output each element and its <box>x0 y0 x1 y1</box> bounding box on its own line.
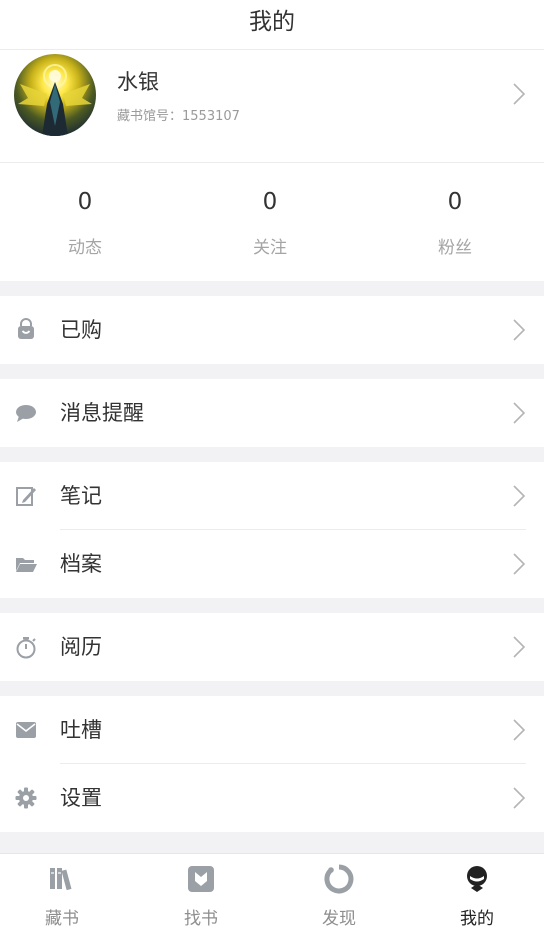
tab-label-discover: 发现 <box>322 909 356 929</box>
bottom-tab-bar: 藏书 找书 发现 我的 <box>0 853 544 929</box>
menu-group-purchased: 已购 <box>0 296 544 364</box>
avatar[interactable] <box>14 54 96 136</box>
menu-label-feedback: 吐槽 <box>60 718 102 742</box>
tab-bookshelf[interactable]: 藏书 <box>22 854 102 929</box>
top-bar: 我的 <box>0 0 544 50</box>
menu-group-messages: 消息提醒 <box>0 379 544 447</box>
stat-posts-value: 0 <box>77 189 93 215</box>
gear-icon <box>15 787 37 809</box>
tab-label-bookshelf: 藏书 <box>45 909 79 929</box>
tab-label-find-book: 找书 <box>184 909 218 929</box>
discover-icon <box>324 864 354 894</box>
menu-item-archive[interactable]: 档案 <box>0 530 544 598</box>
stat-following[interactable]: 0 关注 <box>210 163 330 281</box>
find-book-icon <box>188 866 214 892</box>
menu-group-history: 阅历 <box>0 613 544 681</box>
menu-label-messages: 消息提醒 <box>60 401 144 425</box>
menu-label-purchased: 已购 <box>60 318 102 342</box>
profile-icon <box>467 866 487 892</box>
menu-item-feedback[interactable]: 吐槽 <box>0 696 544 764</box>
stat-posts-label: 动态 <box>68 238 102 258</box>
chevron-right-icon <box>513 402 526 424</box>
menu-item-history[interactable]: 阅历 <box>0 613 544 681</box>
library-id: 藏书馆号：1553107 <box>117 109 240 124</box>
chevron-right-icon <box>513 787 526 809</box>
shopping-bag-icon <box>18 318 34 339</box>
stat-fans-label: 粉丝 <box>438 238 472 258</box>
tab-label-profile: 我的 <box>460 909 494 929</box>
menu-group-feedback: 吐槽 设置 <box>0 696 544 832</box>
menu-label-settings: 设置 <box>60 786 102 810</box>
profile-card[interactable]: 水银 藏书馆号：1553107 <box>0 50 544 163</box>
chevron-right-icon <box>513 83 526 105</box>
stat-following-value: 0 <box>262 189 278 215</box>
bookshelf-icon <box>50 868 72 891</box>
menu-label-history: 阅历 <box>60 635 102 659</box>
user-name: 水银 <box>117 70 159 94</box>
stat-posts[interactable]: 0 动态 <box>25 163 145 281</box>
stat-fans[interactable]: 0 粉丝 <box>395 163 515 281</box>
tab-profile[interactable]: 我的 <box>437 854 517 929</box>
menu-label-archive: 档案 <box>60 552 102 576</box>
chevron-right-icon <box>513 719 526 741</box>
menu-item-purchased[interactable]: 已购 <box>0 296 544 364</box>
page-title: 我的 <box>249 9 295 35</box>
edit-note-icon <box>16 487 36 506</box>
menu-item-settings[interactable]: 设置 <box>0 764 544 832</box>
stat-following-label: 关注 <box>253 238 287 258</box>
chevron-right-icon <box>513 636 526 658</box>
mail-icon <box>16 722 36 738</box>
stopwatch-icon <box>16 637 36 659</box>
menu-item-messages[interactable]: 消息提醒 <box>0 379 544 447</box>
stat-fans-value: 0 <box>447 189 463 215</box>
menu-label-notes: 笔记 <box>60 484 102 508</box>
menu-item-notes[interactable]: 笔记 <box>0 462 544 530</box>
tab-discover[interactable]: 发现 <box>299 854 379 929</box>
stats-bar: 0 动态 0 关注 0 粉丝 <box>0 163 544 281</box>
tab-find-book[interactable]: 找书 <box>161 854 241 929</box>
chat-bubble-icon <box>16 405 36 422</box>
chevron-right-icon <box>513 319 526 341</box>
chevron-right-icon <box>513 485 526 507</box>
folder-open-icon <box>16 558 37 572</box>
menu-group-notes: 笔记 档案 <box>0 462 544 598</box>
chevron-right-icon <box>513 553 526 575</box>
